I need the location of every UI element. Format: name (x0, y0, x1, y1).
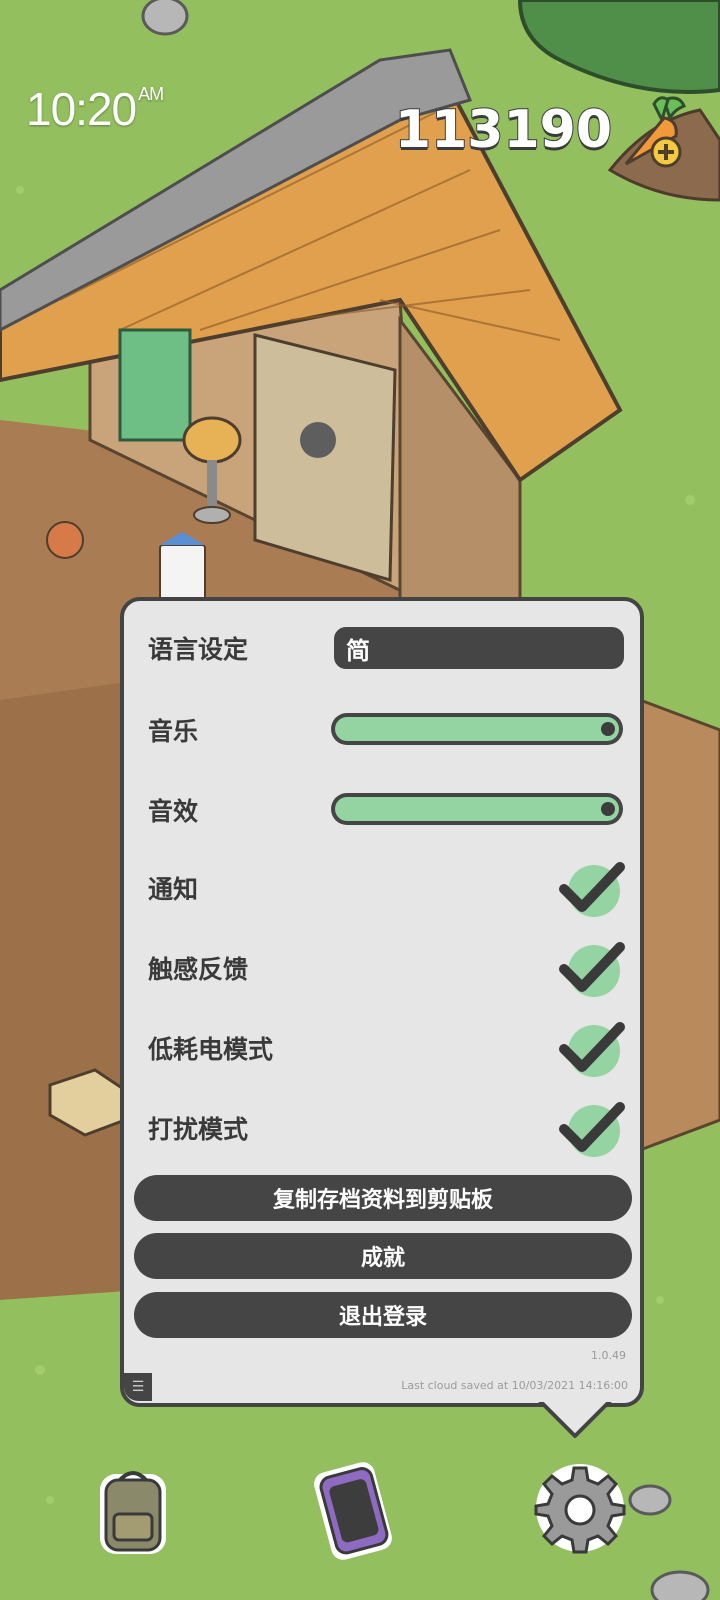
notifications-label: 通知 (148, 875, 199, 904)
gear-icon[interactable] (530, 1458, 630, 1558)
last-cloud-saved-text: Last cloud saved at 10/03/2021 14:16:00 (401, 1379, 628, 1392)
music-slider-fill (335, 717, 619, 741)
copy-save-button[interactable]: 复制存档资料到剪贴板 (134, 1175, 632, 1221)
power-saving-checkbox[interactable] (556, 1017, 628, 1081)
power-saving-label: 低耗电模式 (148, 1035, 274, 1064)
clock-time: 10:20 (26, 83, 137, 135)
music-label: 音乐 (148, 717, 199, 746)
version-text: 1.0.49 (591, 1349, 626, 1362)
settings-panel: 语言设定 简 音乐 音效 通知 触感反馈 低耗电模式 打扰模式 复制存档资料到剪… (120, 597, 644, 1407)
clock-ampm: AM (138, 84, 164, 104)
disturb-mode-row: 打扰模式 (148, 1103, 248, 1153)
sfx-label: 音效 (148, 797, 199, 826)
achievements-button[interactable]: 成就 (134, 1233, 632, 1279)
music-slider[interactable] (331, 713, 623, 745)
panel-pointer (535, 1398, 615, 1438)
disturb-mode-checkbox[interactable] (556, 1097, 628, 1161)
music-slider-knob[interactable] (601, 722, 615, 736)
backpack-icon[interactable] (92, 1462, 174, 1562)
language-label: 语言设定 (148, 635, 249, 664)
menu-icon[interactable]: ☰ (124, 1373, 152, 1401)
clock: 10:20 AM (26, 82, 164, 136)
disturb-mode-label: 打扰模式 (148, 1115, 249, 1144)
logout-button[interactable]: 退出登录 (134, 1292, 632, 1338)
language-select[interactable]: 简 (334, 627, 624, 669)
phone-icon[interactable] (308, 1456, 400, 1566)
sfx-slider[interactable] (331, 793, 623, 825)
carrot-counter: 113190 (394, 99, 613, 161)
sfx-row: 音效 (148, 785, 198, 835)
notifications-row: 通知 (148, 863, 198, 913)
language-row: 语言设定 (148, 623, 248, 673)
sfx-slider-fill (335, 797, 619, 821)
notifications-checkbox[interactable] (556, 857, 628, 921)
haptics-row: 触感反馈 (148, 943, 248, 993)
music-row: 音乐 (148, 705, 198, 755)
power-saving-row: 低耗电模式 (148, 1023, 273, 1073)
carrot-plus-icon[interactable] (604, 92, 694, 182)
haptics-label: 触感反馈 (148, 955, 249, 984)
haptics-checkbox[interactable] (556, 937, 628, 1001)
language-value: 简 (346, 636, 370, 665)
sfx-slider-knob[interactable] (601, 802, 615, 816)
